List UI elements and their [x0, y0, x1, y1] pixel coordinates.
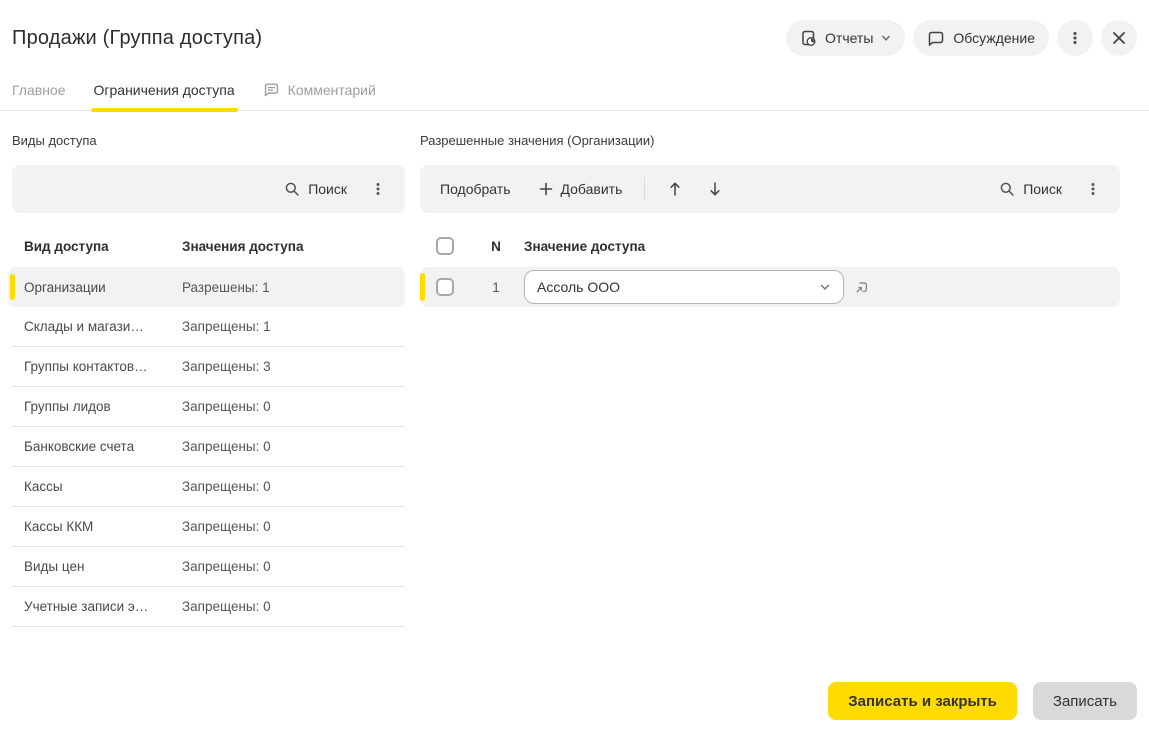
add-label: Добавить	[561, 181, 623, 197]
table-row-price-types[interactable]: Виды цен Запрещены: 0	[12, 547, 405, 587]
cell-values: Разрешены: 1	[182, 280, 405, 295]
access-kinds-more-button[interactable]	[371, 181, 385, 197]
cell-row-number: 1	[468, 280, 524, 295]
tab-comment[interactable]: Комментарий	[263, 82, 376, 110]
tab-main-label: Главное	[12, 82, 66, 98]
cell-values: Запрещены: 0	[182, 599, 405, 614]
tabbar: Главное Ограничения доступа Комментарий	[0, 82, 1149, 111]
table-row-cash-desks[interactable]: Кассы Запрещены: 0	[12, 467, 405, 507]
cell-kind: Кассы	[24, 479, 182, 494]
tab-access-restrictions[interactable]: Ограничения доступа	[94, 82, 235, 110]
table-row-organizations[interactable]: Организации Разрешены: 1	[8, 267, 405, 307]
col-access-values: Значения доступа	[182, 239, 405, 254]
col-access-kind: Вид доступа	[24, 239, 182, 254]
toolbar-separator	[644, 177, 645, 201]
allowed-values-more-button[interactable]	[1086, 181, 1100, 197]
open-value-button[interactable]	[854, 280, 869, 295]
chat-bubble-icon	[927, 30, 945, 47]
cell-values: Запрещены: 0	[182, 439, 405, 454]
cell-values: Запрещены: 0	[182, 559, 405, 574]
access-kinds-panel: Виды доступа Поиск Вид доступа Значения …	[12, 111, 405, 627]
access-kinds-toolbar: Поиск	[12, 165, 405, 213]
kebab-icon	[1086, 181, 1100, 197]
more-actions-button[interactable]	[1057, 20, 1093, 56]
close-button[interactable]	[1101, 20, 1137, 56]
titlebar: Продажи (Группа доступа) Отчеты Обсужден…	[0, 0, 1149, 56]
combobox-value: Ассоль ООО	[537, 279, 819, 295]
cell-values: Запрещены: 0	[182, 519, 405, 534]
cell-values: Запрещены: 0	[182, 479, 405, 494]
cell-kind: Виды цен	[24, 559, 182, 574]
table-row-contact-groups[interactable]: Группы контактов… Запрещены: 3	[12, 347, 405, 387]
allowed-values-title: Разрешенные значения (Организации)	[420, 133, 1120, 148]
chevron-down-icon	[881, 34, 891, 42]
allowed-values-panel: Разрешенные значения (Организации) Подоб…	[420, 111, 1120, 627]
current-row-marker	[10, 274, 15, 300]
cell-kind: Организации	[24, 280, 182, 295]
tab-main[interactable]: Главное	[12, 82, 66, 110]
access-value-combobox[interactable]: Ассоль ООО	[524, 270, 844, 304]
cell-values: Запрещены: 3	[182, 359, 405, 374]
cell-kind: Группы лидов	[24, 399, 182, 414]
allowed-values-table-header: N Значение доступа	[420, 225, 1120, 267]
cell-kind: Банковские счета	[24, 439, 182, 454]
close-icon	[1111, 30, 1127, 46]
table-row-lead-groups[interactable]: Группы лидов Запрещены: 0	[12, 387, 405, 427]
reports-button[interactable]: Отчеты	[786, 20, 905, 56]
table-row-warehouses[interactable]: Склады и магази… Запрещены: 1	[12, 307, 405, 347]
arrow-up-icon	[667, 180, 683, 198]
open-in-form-icon	[854, 280, 869, 295]
access-kinds-title: Виды доступа	[12, 133, 405, 148]
cell-values: Запрещены: 1	[182, 319, 405, 334]
table-row-allowed-value[interactable]: 1 Ассоль ООО	[420, 267, 1120, 307]
plus-icon	[539, 182, 553, 196]
allowed-values-search-button[interactable]: Поиск	[999, 181, 1062, 197]
reports-label: Отчеты	[825, 30, 873, 46]
col-access-value: Значение доступа	[524, 239, 645, 254]
allowed-values-toolbar: Подобрать Добавить	[420, 165, 1120, 213]
move-down-button[interactable]	[707, 180, 723, 198]
table-row-email-accounts[interactable]: Учетные записи э… Запрещены: 0	[12, 587, 405, 627]
chevron-down-icon[interactable]	[819, 282, 831, 292]
discussion-button[interactable]: Обсуждение	[913, 20, 1049, 56]
access-kinds-search-button[interactable]: Поиск	[284, 181, 347, 197]
access-kinds-search-label: Поиск	[308, 181, 347, 197]
report-icon	[800, 30, 817, 47]
page-title: Продажи (Группа доступа)	[12, 27, 262, 50]
titlebar-actions: Отчеты Обсуждение	[786, 20, 1137, 56]
cell-values: Запрещены: 0	[182, 399, 405, 414]
magnifier-icon	[284, 181, 300, 197]
add-button[interactable]: Добавить	[539, 181, 623, 197]
discussion-label: Обсуждение	[953, 30, 1035, 46]
content: Виды доступа Поиск Вид доступа Значения …	[0, 111, 1149, 627]
comment-bubble-icon	[263, 82, 280, 98]
footer: Записать и закрыть Записать	[828, 682, 1137, 720]
move-up-button[interactable]	[667, 180, 683, 198]
modified-row-marker	[420, 273, 425, 301]
cell-kind: Склады и магази…	[24, 319, 182, 334]
tab-access-restrictions-label: Ограничения доступа	[94, 82, 235, 98]
magnifier-icon	[999, 181, 1015, 197]
save-and-close-button[interactable]: Записать и закрыть	[828, 682, 1017, 720]
save-button[interactable]: Записать	[1033, 682, 1137, 720]
kebab-icon	[1067, 30, 1083, 46]
allowed-values-search-label: Поиск	[1023, 181, 1062, 197]
pick-button[interactable]: Подобрать	[440, 181, 511, 197]
select-all-checkbox[interactable]	[436, 237, 454, 255]
cell-kind: Кассы ККМ	[24, 519, 182, 534]
row-checkbox[interactable]	[436, 278, 454, 296]
access-kinds-table-header: Вид доступа Значения доступа	[12, 225, 405, 267]
col-number: N	[468, 239, 524, 254]
cell-kind: Группы контактов…	[24, 359, 182, 374]
table-row-kkm-cash-desks[interactable]: Кассы ККМ Запрещены: 0	[12, 507, 405, 547]
kebab-icon	[371, 181, 385, 197]
cell-kind: Учетные записи э…	[24, 599, 182, 614]
tab-comment-label: Комментарий	[288, 82, 376, 98]
arrow-down-icon	[707, 180, 723, 198]
table-row-bank-accounts[interactable]: Банковские счета Запрещены: 0	[12, 427, 405, 467]
pick-label: Подобрать	[440, 181, 511, 197]
